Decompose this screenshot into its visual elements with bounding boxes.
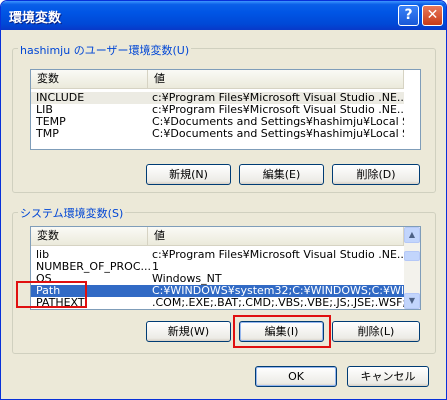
help-button[interactable]: ?	[398, 5, 419, 26]
help-icon: ?	[404, 7, 413, 23]
variable-name: TEMP	[36, 116, 66, 128]
list-item[interactable]: NUMBER_OF_PROC... 1	[31, 261, 404, 273]
column-header-value[interactable]: 値	[148, 70, 404, 88]
scroll-down-button[interactable]: ▼	[404, 293, 420, 309]
user-new-button[interactable]: 新規(N)	[146, 164, 231, 185]
arrow-up-icon: ▲	[408, 230, 416, 239]
variable-value: .COM;.EXE;.BAT;.CMD;.VBS;.VBE;.JS;.JSE;.…	[152, 297, 404, 309]
column-header-variable[interactable]: 変数	[31, 70, 148, 88]
list-item-selected[interactable]: Path C:¥WINDOWS¥system32;C:¥WINDOWS;C:¥W…	[31, 285, 404, 297]
variable-name: PATHEXT	[36, 297, 85, 309]
variable-value: c:¥Program Files¥Microsoft Visual Studio…	[152, 92, 404, 104]
variable-name: LIB	[36, 104, 53, 116]
variable-value: C:¥Documents and Settings¥hashimju¥Local…	[152, 128, 404, 140]
variable-value: c:¥Program Files¥Microsoft Visual Studio…	[152, 104, 404, 116]
column-header-value[interactable]: 値	[148, 227, 404, 245]
list-item[interactable]: TEMP C:¥Documents and Settings¥hashimju¥…	[31, 116, 404, 128]
variable-value: Windows_NT	[152, 273, 222, 285]
system-edit-button[interactable]: 編集(I)	[239, 321, 324, 342]
title-bar[interactable]: 環境変数 ? ✕	[1, 1, 446, 30]
scroll-up-button[interactable]: ▲	[404, 227, 420, 243]
user-delete-button[interactable]: 削除(D)	[332, 164, 420, 185]
arrow-down-icon: ▼	[408, 296, 416, 305]
window-title: 環境変数	[9, 11, 62, 26]
list-item[interactable]: OS Windows_NT	[31, 273, 404, 285]
column-header-variable[interactable]: 変数	[31, 227, 148, 245]
variable-name: NUMBER_OF_PROC...	[36, 261, 152, 273]
variable-name: OS	[36, 273, 52, 285]
variable-name: lib	[36, 249, 50, 261]
close-icon: ✕	[426, 7, 439, 23]
variable-name: Path	[36, 285, 61, 297]
variable-name: INCLUDE	[36, 92, 85, 104]
user-list-header: 変数 値	[31, 70, 404, 89]
cancel-button[interactable]: キャンセル	[347, 366, 429, 387]
list-item[interactable]: INCLUDE c:¥Program Files¥Microsoft Visua…	[31, 92, 404, 104]
user-variables-list[interactable]: 変数 値 INCLUDE c:¥Program Files¥Microsoft …	[30, 69, 421, 150]
variable-value: C:¥WINDOWS¥system32;C:¥WINDOWS;C:¥WIN...	[152, 285, 404, 297]
user-edit-button[interactable]: 編集(E)	[239, 164, 324, 185]
variable-value: C:¥Documents and Settings¥hashimju¥Local…	[152, 116, 404, 128]
list-item[interactable]: lib c:¥Program Files¥Microsoft Visual St…	[31, 249, 404, 261]
environment-variables-dialog: 環境変数 ? ✕ hashimju のユーザー環境変数(U) 変数 値 INCL…	[0, 0, 447, 400]
list-item[interactable]: PATHEXT .COM;.EXE;.BAT;.CMD;.VBS;.VBE;.J…	[31, 297, 404, 309]
variable-value: 1	[152, 261, 159, 273]
system-variables-label: システム環境変数(S)	[18, 205, 126, 221]
system-delete-button[interactable]: 削除(L)	[332, 321, 420, 342]
ok-button[interactable]: OK	[255, 366, 337, 387]
close-button[interactable]: ✕	[422, 5, 443, 26]
scroll-thumb[interactable]	[404, 251, 420, 261]
vertical-scrollbar[interactable]: ▲ ▼	[404, 227, 420, 309]
variable-value: c:¥Program Files¥Microsoft Visual Studio…	[152, 249, 404, 261]
user-variables-label: hashimju のユーザー環境変数(U)	[18, 42, 192, 58]
list-item[interactable]: TMP C:¥Documents and Settings¥hashimju¥L…	[31, 128, 404, 140]
list-item[interactable]: LIB c:¥Program Files¥Microsoft Visual St…	[31, 104, 404, 116]
system-new-button[interactable]: 新規(W)	[146, 321, 231, 342]
system-variables-list[interactable]: 変数 値 lib c:¥Program Files¥Microsoft Visu…	[30, 226, 421, 310]
system-list-header: 変数 値	[31, 227, 404, 246]
variable-name: TMP	[36, 128, 59, 140]
